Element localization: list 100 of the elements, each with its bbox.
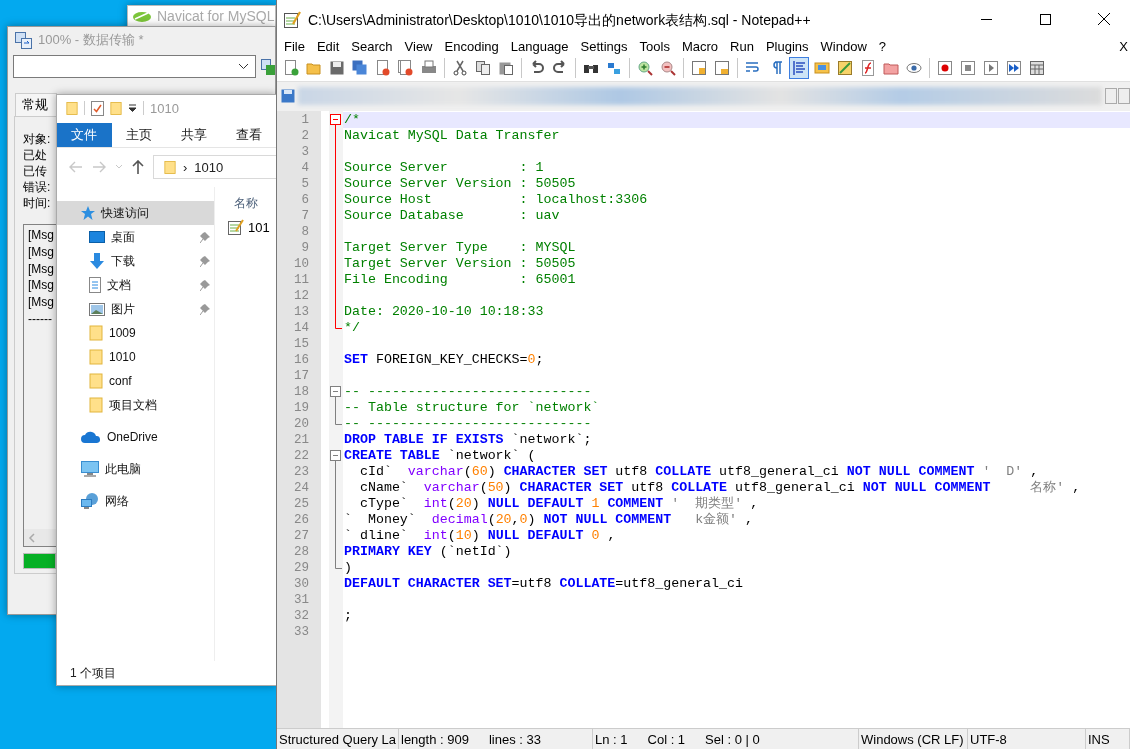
window-title: 1010 xyxy=(150,100,179,116)
window-title: 100% - 数据传输 * xyxy=(38,31,144,49)
line-number: 17 xyxy=(293,368,310,384)
ribbon-tab[interactable]: 文件 xyxy=(57,123,112,147)
field-label: 错误: xyxy=(23,179,51,195)
line-number: 31 xyxy=(293,592,310,608)
tab[interactable]: 常规 xyxy=(15,93,57,116)
fold-toggle-icon[interactable] xyxy=(330,448,343,464)
fold-toggle-icon[interactable] xyxy=(330,112,343,128)
status-text: length : 909 xyxy=(401,731,469,747)
fold-end-line xyxy=(335,320,342,329)
code-line: cId` varchar(60) CHARACTER SET utf8 COLLATE utf8_general_ci NOT NULL COMMENT ' D' , xyxy=(358,464,1040,480)
file-name[interactable]: 101 xyxy=(248,219,270,235)
nav-item[interactable]: 此电脑 xyxy=(57,457,214,481)
leaf-logo-icon xyxy=(132,9,152,23)
line-number: 6 xyxy=(300,192,310,208)
nav-item[interactable]: 1009 xyxy=(57,321,214,345)
line-number: 22 xyxy=(293,448,310,464)
menu-item[interactable]: Window xyxy=(814,39,873,54)
ribbon-tab[interactable]: 主页 xyxy=(111,123,167,147)
fold-end-line xyxy=(335,560,342,569)
nav-item[interactable]: conf xyxy=(57,369,214,393)
code-line: File Encoding : 65001 xyxy=(343,272,577,288)
line-number: 30 xyxy=(293,576,310,592)
nav-item[interactable]: 快速访问 xyxy=(57,201,214,225)
menu-item[interactable]: File xyxy=(278,39,311,54)
log-line: ------ xyxy=(28,311,52,328)
code-line: cType` int(20) NULL DEFAULT 1 COMMENT ' 期类型' , xyxy=(358,496,760,512)
ribbon-tab[interactable]: 查看 xyxy=(221,123,276,147)
dropdown-field[interactable] xyxy=(13,55,256,78)
menu-item[interactable]: Edit xyxy=(310,39,346,54)
ribbon-tab[interactable]: 共享 xyxy=(166,123,222,147)
menu-item[interactable]: Search xyxy=(345,39,399,54)
progress-bar xyxy=(23,553,56,569)
code-line: Target Server Type : MYSQL xyxy=(343,240,577,256)
folder-icon xyxy=(89,325,103,341)
menu-item[interactable]: Settings xyxy=(574,39,634,54)
menu-item[interactable]: View xyxy=(398,39,439,54)
menu-item[interactable]: Macro xyxy=(675,39,725,54)
nav-item[interactable]: 项目文档 xyxy=(57,393,214,417)
field-label: 已处 xyxy=(23,147,47,163)
field-label: 已传 xyxy=(23,163,47,179)
log-line: [Msg xyxy=(28,227,54,244)
close-icon xyxy=(1098,13,1110,25)
nav-item[interactable]: 网络 xyxy=(57,489,214,513)
menu-item[interactable]: Plugins xyxy=(759,39,815,54)
line-number: 27 xyxy=(293,528,310,544)
folder-icon xyxy=(164,159,176,175)
code-line: Source Server Version : 50505 xyxy=(343,176,577,192)
menu-item[interactable]: Tools xyxy=(633,39,676,54)
code-line: Target Server Version : 50505 xyxy=(343,256,577,272)
code-line: -- ---------------------------- xyxy=(343,416,593,432)
menu-item[interactable]: Encoding xyxy=(438,39,505,54)
transfer-icon xyxy=(261,58,275,75)
log-line: [Msg xyxy=(28,294,54,311)
fold-toggle-icon[interactable] xyxy=(330,384,343,400)
folder-icon xyxy=(89,373,103,389)
nav-item[interactable]: 桌面 xyxy=(57,225,214,249)
column-header[interactable]: 名称 xyxy=(228,191,276,215)
status-text: lines : 33 xyxy=(488,731,541,747)
checklist-icon[interactable] xyxy=(91,100,104,116)
address-bar[interactable]: › 1010 xyxy=(153,155,276,179)
window-title: C:\Users\Administrator\Desktop\1010\1010导出的network表结构.sql - Notepad++ xyxy=(308,11,812,30)
status-text: Windows (CR LF) xyxy=(861,731,964,747)
computer-icon xyxy=(81,461,99,477)
window-title: Navicat for MySQL xyxy=(157,8,275,24)
up-arrow-icon[interactable] xyxy=(132,160,144,174)
menu-item[interactable]: Run xyxy=(724,39,760,54)
code-line: -- Table structure for `network` xyxy=(343,400,601,416)
notepad-icon xyxy=(284,10,301,28)
document-icon xyxy=(89,277,101,293)
nav-item[interactable]: 下载 xyxy=(57,249,214,273)
code-line: Date: 2020-10-10 10:18:33 xyxy=(343,304,545,320)
close-document-button[interactable]: X xyxy=(1119,39,1130,54)
line-number: 14 xyxy=(293,320,310,336)
nav-item[interactable]: 1010 xyxy=(57,345,214,369)
nav-item[interactable]: 文档 xyxy=(57,273,214,297)
dropdown-icon[interactable] xyxy=(128,104,137,112)
code-line: */ xyxy=(343,320,361,336)
line-number: 13 xyxy=(293,304,310,320)
nav-item[interactable]: 图片 xyxy=(57,297,214,321)
code-line: Source Host : localhost:3306 xyxy=(343,192,649,208)
line-number: 7 xyxy=(300,208,310,224)
notepad-file-icon xyxy=(228,219,244,235)
code-line: Source Database : uav xyxy=(343,208,561,224)
fold-line xyxy=(335,400,336,416)
menu-item[interactable]: Language xyxy=(504,39,575,54)
field-label: 对象: xyxy=(23,131,51,147)
status-text: 1 个项目 xyxy=(70,664,116,682)
log-line: [Msg xyxy=(28,277,54,295)
folder-icon xyxy=(89,349,103,365)
indent-guide-icon[interactable] xyxy=(789,57,809,79)
status-text: Ln : 1 xyxy=(595,731,628,747)
code-line: ` dline` int(10) NULL DEFAULT 0 , xyxy=(343,528,617,544)
menu-item[interactable]: ? xyxy=(872,39,893,54)
nav-item[interactable]: OneDrive xyxy=(57,425,214,449)
line-number: 20 xyxy=(293,416,310,432)
line-number: 33 xyxy=(293,624,310,640)
minimize-icon xyxy=(980,18,992,20)
status-text: Sel : 0 | 0 xyxy=(705,731,760,747)
